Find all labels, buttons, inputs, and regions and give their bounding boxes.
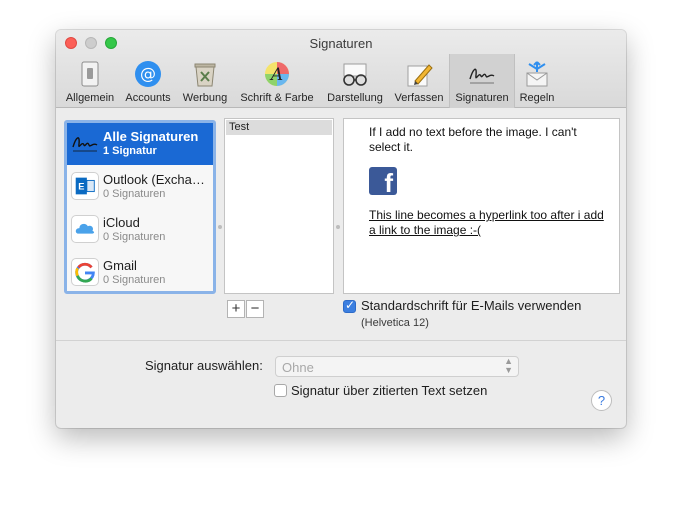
split-grip[interactable] [218,225,222,229]
window-title: Signaturen [309,36,373,51]
signature-list-item[interactable]: Test [226,120,332,135]
at-sign-icon: @ [135,61,161,87]
tab-schrift-farbe[interactable]: A Schrift & Farbe [234,54,320,108]
signature-list[interactable]: Test [224,118,334,294]
account-item-gmail[interactable]: Gmail 0 Signaturen [67,252,213,294]
account-name: Alle Signaturen [103,129,199,144]
accounts-list[interactable]: Alle Signaturen 1 Signatur E Outlook (Ex… [64,120,216,294]
choose-signature-label: Signatur auswählen: [145,358,263,373]
tab-signaturen[interactable]: Signaturen [449,54,515,108]
tab-label: Werbung [182,92,228,104]
tab-label: Verfassen [394,92,444,104]
icloud-icon [71,215,99,243]
split-grip[interactable] [336,225,340,229]
tab-verfassen[interactable]: Verfassen [390,54,448,108]
remove-signature-button[interactable]: − [246,300,264,318]
above-quote-checkbox[interactable] [274,384,287,397]
facebook-icon[interactable]: f [369,167,397,195]
tab-label: Regeln [519,92,555,104]
preferences-toolbar: Allgemein @ Accounts Werbung A Schrift &… [56,54,626,108]
pencil-icon [407,64,433,87]
svg-text:@: @ [140,64,156,83]
tab-label: Schrift & Farbe [240,92,314,104]
choose-signature-value: Ohne [282,360,314,375]
account-item-outlook[interactable]: E Outlook (Exchan… 0 Signaturen [67,166,213,208]
add-signature-button[interactable]: + [227,300,245,318]
account-item-icloud[interactable]: iCloud 0 Signaturen [67,209,213,251]
tab-label: Signaturen [455,92,509,104]
signature-text-line[interactable]: If I add no text before the image. I can… [369,125,604,155]
glasses-icon [343,63,367,86]
tab-label: Darstellung [327,92,383,104]
section-divider [56,340,626,341]
default-font-hint: (Helvetica 12) [361,317,429,329]
signature-editor[interactable]: If I add no text before the image. I can… [343,118,620,294]
chevron-updown-icon: ▲ ▼ [504,356,513,375]
junk-bin-icon [194,63,216,87]
tab-label: Allgemein [65,92,115,104]
title-bar: Signaturen Allgemein @ Accounts Werbung … [56,30,626,108]
account-item-alle-signaturen[interactable]: Alle Signaturen 1 Signatur [67,123,213,165]
outlook-icon: E [71,172,99,200]
signature-hyperlink-line[interactable]: This line becomes a hyperlink too after … [369,208,604,238]
tab-werbung[interactable]: Werbung [178,54,232,108]
facebook-glyph: f [384,168,393,195]
rules-envelope-icon [526,61,548,87]
font-color-icon: A [265,62,289,86]
account-name: Outlook (Exchan… [103,172,211,187]
above-quote-label: Signatur über zitierten Text setzen [291,383,488,398]
google-icon [71,258,99,286]
account-name: iCloud [103,215,140,230]
preferences-window: Signaturen Allgemein @ Accounts Werbung … [56,30,626,428]
account-name: Gmail [103,258,137,273]
signature-icon [72,137,98,152]
choose-signature-select[interactable]: Ohne ▲ ▼ [275,356,519,377]
tab-accounts[interactable]: @ Accounts [120,54,176,108]
account-signature-count: 0 Signaturen [103,231,166,243]
signature-icon [469,68,495,84]
tab-regeln[interactable]: Regeln [516,54,558,108]
tab-label: Accounts [125,92,171,104]
svg-text:E: E [78,182,84,192]
account-signature-count: 0 Signaturen [103,188,166,200]
account-signature-count: 1 Signatur [103,145,157,157]
account-signature-count: 0 Signaturen [103,274,166,286]
svg-text:A: A [269,65,283,85]
default-font-label: Standardschrift für E-Mails verwenden [361,298,582,313]
help-button[interactable]: ? [591,390,612,411]
default-font-checkbox[interactable] [343,298,356,313]
tab-allgemein[interactable]: Allgemein [62,54,118,108]
switch-icon [81,61,99,87]
tab-darstellung[interactable]: Darstellung [322,54,388,108]
